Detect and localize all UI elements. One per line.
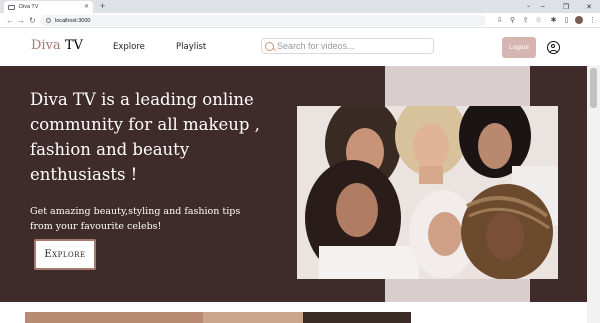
minimize-icon[interactable]: – <box>532 0 554 13</box>
scrollbar-thumb[interactable] <box>590 68 597 108</box>
user-account-icon[interactable] <box>547 41 560 54</box>
side-panel-icon[interactable]: ▯ <box>562 16 571 25</box>
site-header: Diva TV Explore Playlist Logout <box>0 29 600 66</box>
hero-models-image <box>297 106 558 279</box>
share-icon[interactable]: ⇪ <box>521 16 530 25</box>
page-scrollbar[interactable] <box>587 66 600 323</box>
hero-subheadline: Get amazing beauty,styling and fashion t… <box>30 206 241 232</box>
browser-tab-title: Diva TV <box>19 4 39 10</box>
window-close-icon[interactable]: ✕ <box>578 0 600 13</box>
logo-diva: Diva <box>31 38 61 53</box>
browser-toolbar: ← → ↻ localhost:3000 ⇩ ⚲ ⇪ ☆ ✱ ▯ ⋮ <box>0 13 600 28</box>
profile-avatar[interactable] <box>575 16 583 24</box>
logo-tv: TV <box>60 38 83 53</box>
site-logo[interactable]: Diva TV <box>31 38 83 53</box>
back-icon[interactable]: ← <box>6 15 14 26</box>
browser-menu-icon[interactable]: ⋮ <box>588 16 597 25</box>
browser-tab-bar: Diva TV ✕ + ⌄ – ❐ ✕ <box>0 0 600 13</box>
search-box[interactable] <box>261 38 434 54</box>
site-info-icon[interactable] <box>46 18 51 23</box>
close-tab-icon[interactable]: ✕ <box>84 4 89 10</box>
extensions-icon[interactable]: ✱ <box>549 16 558 25</box>
video-thumbnail-strip[interactable] <box>25 311 411 323</box>
tv-favicon-icon <box>8 4 15 10</box>
install-app-icon[interactable]: ⇩ <box>495 16 504 25</box>
new-tab-icon[interactable]: + <box>100 1 105 12</box>
reload-icon[interactable]: ↻ <box>29 15 36 26</box>
tab-search-chevron-icon[interactable]: ⌄ <box>526 2 531 9</box>
nav-explore-link[interactable]: Explore <box>113 42 145 52</box>
maximize-icon[interactable]: ❐ <box>555 0 577 13</box>
bookmark-star-icon[interactable]: ☆ <box>534 16 543 25</box>
hero-headline: Diva TV is a leading online community fo… <box>30 90 260 184</box>
search-input[interactable] <box>277 41 427 51</box>
zoom-icon[interactable]: ⚲ <box>508 16 517 25</box>
search-icon <box>265 41 274 51</box>
browser-tab[interactable]: Diva TV ✕ <box>4 1 93 13</box>
forward-icon[interactable]: → <box>17 15 25 26</box>
nav-playlist-link[interactable]: Playlist <box>176 42 206 52</box>
address-bar[interactable]: localhost:3000 <box>40 15 486 26</box>
address-url: localhost:3000 <box>55 17 91 24</box>
explore-cta-button[interactable]: Explore <box>34 239 96 270</box>
logout-button[interactable]: Logout <box>502 37 536 58</box>
